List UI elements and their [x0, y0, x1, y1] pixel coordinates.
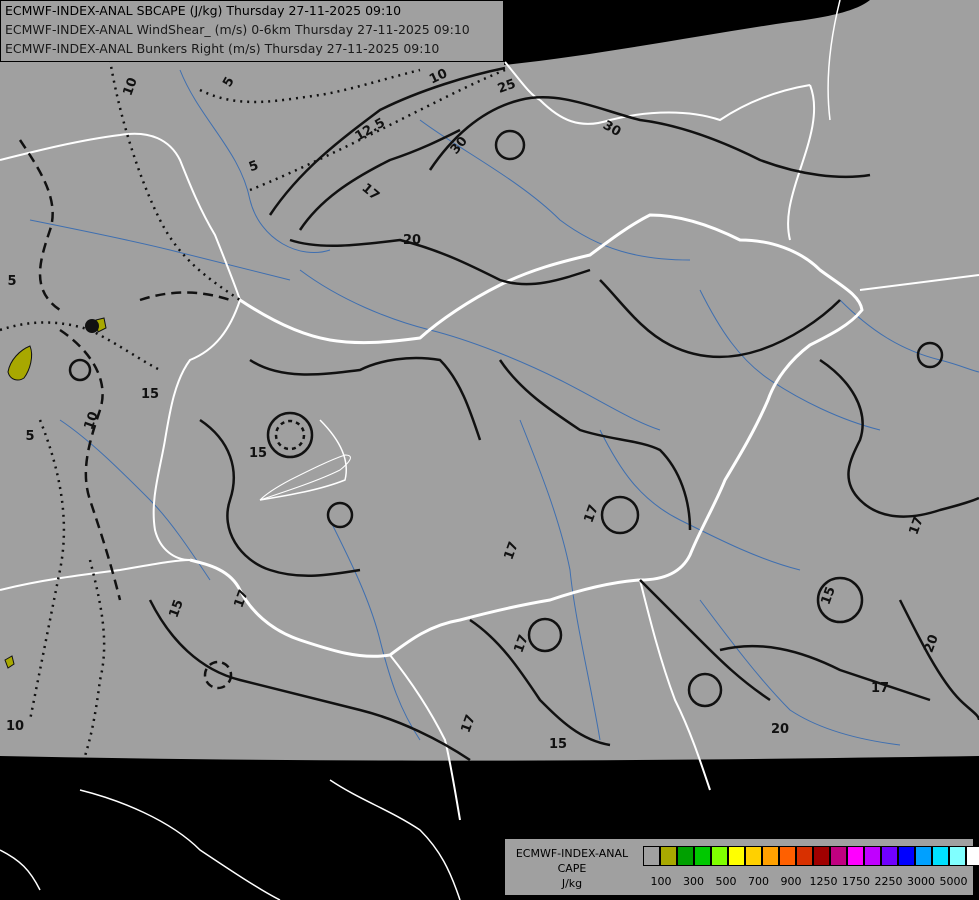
storm-marker: [85, 319, 99, 333]
legend-swatch: [711, 846, 728, 866]
map-area: [0, 0, 979, 761]
legend-tick-labels: 100 300 500 700 900 1250 1750 2250 3000 5000: [639, 875, 969, 889]
contour-label: 20: [771, 722, 789, 737]
legend-tick-label: 100: [650, 875, 672, 888]
title-line-bunkers: ECMWF-INDEX-ANAL Bunkers Right (m/s) Thu…: [5, 41, 440, 56]
contour-label: 5: [7, 274, 16, 289]
legend-swatch: [677, 846, 694, 866]
contour-label: 15: [549, 737, 567, 752]
cape-legend: ECMWF-INDEX-ANAL CAPE J/kg 100 300 500 700 9…: [504, 838, 979, 896]
legend-tick-label: 1250: [809, 875, 838, 888]
legend-swatch: [915, 846, 932, 866]
legend-title: ECMWF-INDEX-ANAL CAPE J/kg: [509, 846, 635, 891]
contour-label: 10: [6, 719, 24, 734]
contour-label: 17: [871, 681, 889, 696]
legend-swatch: [694, 846, 711, 866]
legend-tick-label: 3000: [907, 875, 935, 888]
title-line-windshear: ECMWF-INDEX-ANAL WindShear_ (m/s) 0-6km …: [5, 22, 470, 37]
legend-swatch: [966, 846, 979, 866]
title-box: ECMWF-INDEX-ANAL SBCAPE (J/kg) Thursday …: [0, 0, 504, 62]
legend-swatch: [745, 846, 762, 866]
title-line-cape: ECMWF-INDEX-ANAL SBCAPE (J/kg) Thursday …: [5, 3, 402, 18]
legend-title-source: ECMWF-INDEX-ANAL: [515, 847, 629, 860]
legend-tick-label: 2250: [874, 875, 903, 888]
legend-swatch: [898, 846, 915, 866]
legend-color-bar: [643, 846, 979, 866]
legend-swatch: [847, 846, 864, 866]
legend-title-variable: CAPE: [557, 862, 587, 875]
contour-label: 20: [403, 233, 421, 248]
contour-label: 15: [141, 387, 159, 402]
contour-label: 15: [249, 446, 267, 461]
legend-swatch: [660, 846, 677, 866]
legend-swatch: [762, 846, 779, 866]
legend-swatch: [881, 846, 898, 866]
legend-swatch: [949, 846, 966, 866]
legend-swatch: [728, 846, 745, 866]
legend-tick-label: 900: [780, 875, 802, 888]
legend-tick-label: 5000: [939, 875, 968, 888]
legend-swatch: [864, 846, 881, 866]
legend-swatch: [830, 846, 847, 866]
legend-swatch: [643, 846, 660, 866]
contour-label: 5: [25, 429, 34, 444]
legend-tick-label: 500: [715, 875, 737, 888]
legend-swatch: [796, 846, 813, 866]
legend-swatch: [779, 846, 796, 866]
legend-swatch: [932, 846, 949, 866]
legend-tick-label: 700: [748, 875, 769, 888]
legend-swatch: [813, 846, 830, 866]
weather-map: 10 5 2530301012.55172051510515171517171717…: [0, 0, 979, 900]
legend-tick-label: 300: [683, 875, 704, 888]
legend-tick-label: 1750: [842, 875, 870, 888]
legend-title-unit: J/kg: [561, 877, 583, 890]
